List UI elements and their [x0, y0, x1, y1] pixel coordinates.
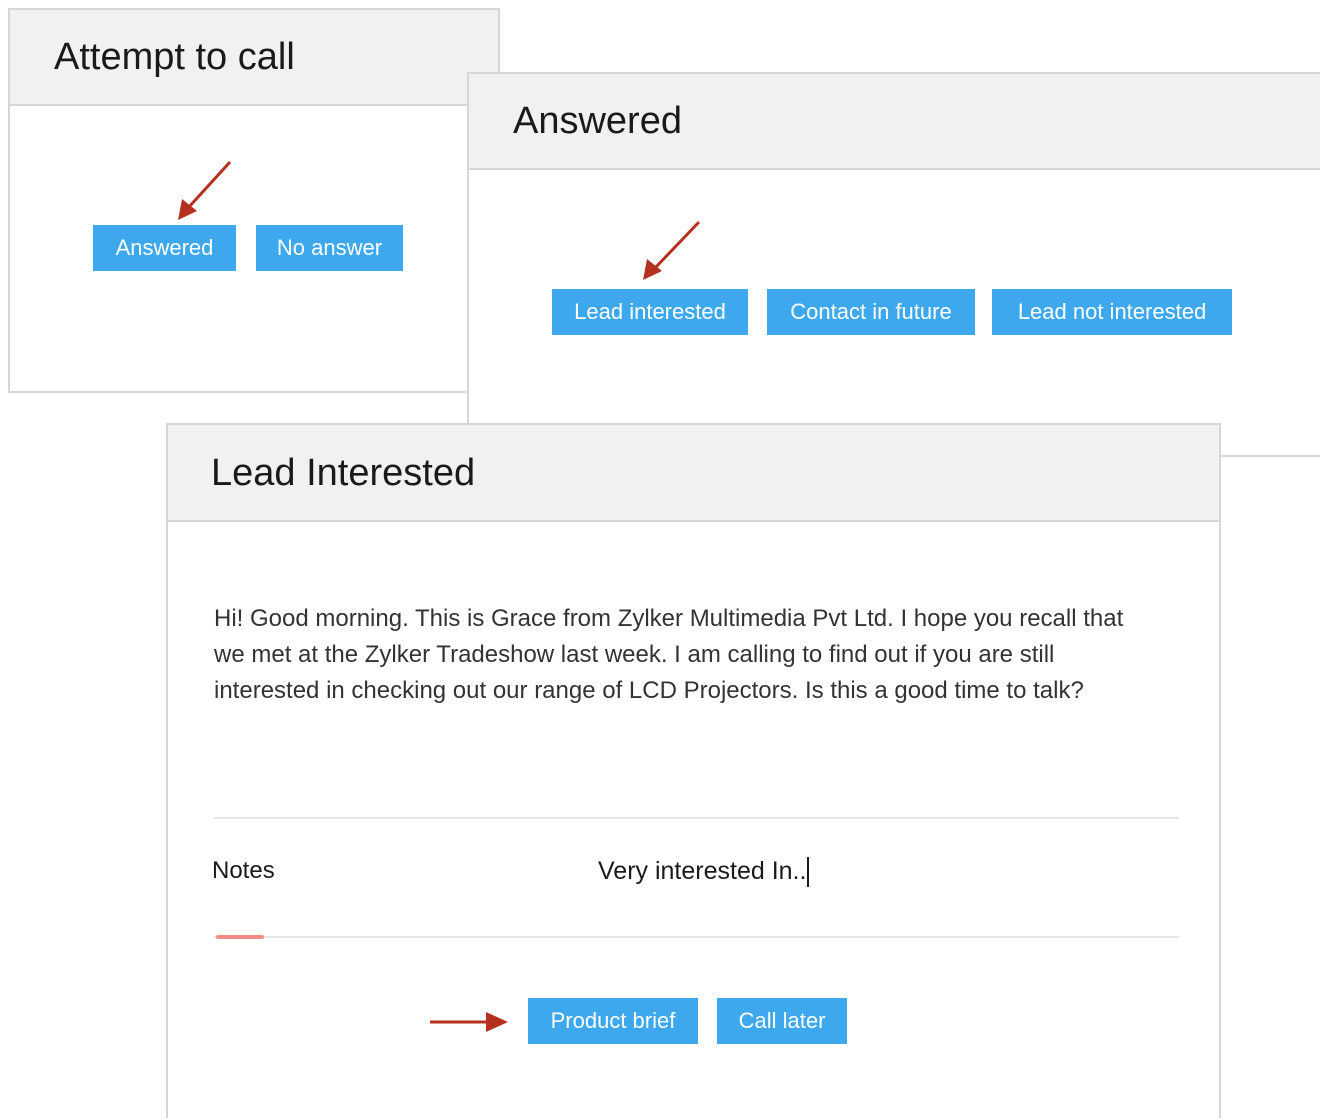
notes-underline: [214, 936, 1179, 938]
pointer-arrow-icon: [178, 160, 232, 220]
lead-interested-title: Lead Interested: [211, 452, 476, 494]
pointer-arrow-icon: [643, 220, 701, 280]
answered-header: Answered: [469, 74, 1320, 170]
screenshot-stage: Attempt to call Answered No answer Answe…: [0, 0, 1320, 1118]
lead-not-interested-button[interactable]: Lead not interested: [992, 289, 1232, 335]
attempt-to-call-header: Attempt to call: [10, 10, 498, 106]
notes-input[interactable]: Very interested In..: [598, 851, 1158, 891]
lead-interested-card: Lead Interested Hi! Good morning. This i…: [166, 423, 1221, 1118]
contact-in-future-button[interactable]: Contact in future: [767, 289, 975, 335]
answered-title: Answered: [513, 100, 682, 142]
text-caret: [807, 857, 810, 888]
no-answer-button[interactable]: No answer: [256, 225, 403, 271]
attempt-to-call-title: Attempt to call: [54, 36, 295, 78]
divider: [214, 817, 1179, 819]
notes-value: Very interested In..: [598, 857, 807, 885]
notes-focus-underline: [216, 935, 264, 939]
lead-interested-header: Lead Interested: [168, 425, 1219, 522]
call-script-text: Hi! Good morning. This is Grace from Zyl…: [214, 605, 1124, 704]
product-brief-button[interactable]: Product brief: [528, 998, 698, 1044]
attempt-to-call-card: Attempt to call Answered No answer: [8, 8, 500, 393]
pointer-arrow-icon: [430, 1012, 508, 1032]
lead-interested-button[interactable]: Lead interested: [552, 289, 748, 335]
notes-label: Notes: [212, 857, 275, 884]
answered-button[interactable]: Answered: [93, 225, 236, 271]
answered-card: Answered Lead interested Contact in futu…: [467, 72, 1320, 457]
call-later-button[interactable]: Call later: [717, 998, 847, 1044]
